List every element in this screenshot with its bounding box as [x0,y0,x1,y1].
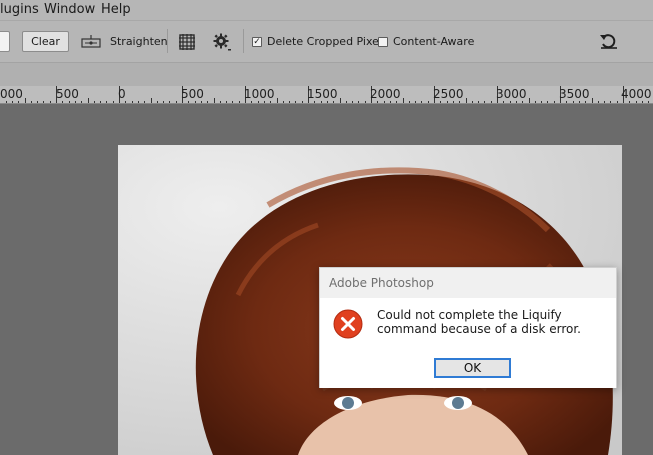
ruler-label: 2500 [433,87,464,101]
menu-help[interactable]: Help [101,2,131,17]
straighten-label[interactable]: Straighten [110,35,168,48]
ruler-label: 4000 [621,87,652,101]
ruler-label: 500 [181,87,204,101]
dialog-body: Could not complete the Liquify command b… [320,298,616,388]
ruler-label: 1000 [244,87,275,101]
grid-overlay-icon[interactable] [178,33,196,54]
separator [167,29,168,53]
clear-button[interactable]: Clear [22,31,69,52]
ratio-field[interactable] [0,31,10,52]
ruler-label: 3500 [559,87,590,101]
separator [243,29,244,53]
error-icon [333,309,363,343]
ruler-label: 500 [56,87,79,101]
delete-cropped-label[interactable]: Delete Cropped Pixels [267,35,388,48]
ruler-label: 000 [0,87,23,101]
horizontal-ruler: 000 500 0 500 1000 1500 2000 2500 3000 3… [0,86,653,104]
ruler-label: 0 [118,87,126,101]
content-aware-checkbox[interactable] [378,37,388,47]
gear-icon[interactable] [212,32,232,55]
error-dialog: Adobe Photoshop Could not complete the L… [319,267,617,388]
ruler-label: 3000 [496,87,527,101]
document-tab-strip [0,62,653,86]
menu-bar: lugins Window Help [0,0,653,20]
ok-button[interactable]: OK [434,358,511,378]
options-bar: Clear Straighten ✓ Delete Cropped Pixels… [0,20,653,62]
menu-plugins[interactable]: lugins [0,2,39,17]
ruler-label: 1500 [307,87,338,101]
delete-cropped-checkbox[interactable]: ✓ [252,37,262,47]
undo-icon[interactable] [598,31,620,54]
menu-window[interactable]: Window [44,2,95,17]
level-icon[interactable] [81,34,101,53]
content-aware-label[interactable]: Content-Aware [393,35,474,48]
ruler-label: 2000 [370,87,401,101]
dialog-message: Could not complete the Liquify command b… [377,308,581,336]
dialog-title: Adobe Photoshop [329,276,434,290]
